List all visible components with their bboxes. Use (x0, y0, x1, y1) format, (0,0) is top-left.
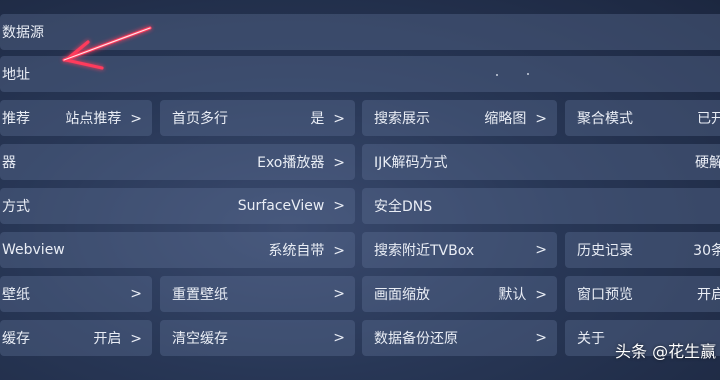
setting-label: 安全DNS (374, 199, 433, 215)
setting-search-nearby-tvbox[interactable]: 搜索附近TVBox (362, 232, 557, 268)
setting-backup-restore[interactable]: 数据备份还原 (362, 320, 557, 356)
setting-ijk-decode[interactable]: IJK解码方式 硬解码 (362, 144, 720, 180)
data-source-label: 数据源 (2, 25, 44, 41)
setting-value: 已开 (697, 111, 720, 127)
address-label: 地址 (2, 67, 30, 83)
setting-label: 清空缓存 (172, 331, 228, 347)
setting-cache[interactable]: 缓存 开启 (0, 320, 152, 356)
setting-label: IJK解码方式 (374, 155, 448, 171)
setting-label: Webview (2, 242, 65, 258)
setting-value (526, 330, 547, 346)
setting-label: 缓存 (2, 331, 30, 347)
setting-value: 开启 (93, 328, 142, 348)
setting-clear-cache[interactable]: 清空缓存 (160, 320, 355, 356)
setting-value: 30条 (693, 243, 720, 259)
setting-screen-scale[interactable]: 画面缩放 默认 (362, 276, 557, 312)
setting-aggregate-mode[interactable]: 聚合模式 已开 (565, 100, 720, 136)
setting-value: 是 (310, 108, 345, 128)
setting-home-recommend[interactable]: 推荐 站点推荐 (0, 100, 152, 136)
setting-window-preview[interactable]: 窗口预览 开启 (565, 276, 720, 312)
setting-value: 默认 (498, 284, 547, 304)
setting-label: 画面缩放 (374, 287, 430, 303)
setting-value: 开启 (697, 287, 720, 303)
setting-render-mode[interactable]: 方式 SurfaceView (0, 188, 355, 224)
setting-label: 数据备份还原 (374, 331, 458, 347)
setting-history[interactable]: 历史记录 30条 (565, 232, 720, 268)
setting-value (324, 330, 345, 346)
setting-value (526, 242, 547, 258)
setting-value: Exo播放器 (257, 152, 345, 172)
setting-label: 方式 (2, 199, 30, 215)
setting-value: SurfaceView (238, 198, 345, 214)
setting-player[interactable]: 器 Exo播放器 (0, 144, 355, 180)
setting-secure-dns[interactable]: 安全DNS 36 (362, 188, 720, 224)
setting-search-display[interactable]: 搜索展示 缩略图 (362, 100, 557, 136)
setting-home-multirow[interactable]: 首页多行 是 (160, 100, 355, 136)
setting-label: 关于 (577, 331, 605, 347)
setting-label: 历史记录 (577, 243, 633, 259)
setting-value: 缩略图 (484, 108, 547, 128)
watermark: 头条 @花生赢 (615, 342, 717, 361)
setting-label: 推荐 (2, 111, 30, 127)
setting-value: 系统自带 (268, 240, 345, 260)
setting-label: 重置壁纸 (172, 287, 228, 303)
dot-indicator (527, 73, 529, 75)
hand-drawn-arrow-icon (62, 26, 152, 70)
setting-label: 首页多行 (172, 111, 228, 127)
setting-label: 壁纸 (2, 287, 30, 303)
setting-label: 搜索附近TVBox (374, 243, 475, 259)
setting-label: 窗口预览 (577, 287, 633, 303)
setting-wallpaper[interactable]: 壁纸 (0, 276, 152, 312)
setting-label: 搜索展示 (374, 111, 430, 127)
setting-label: 器 (2, 155, 16, 171)
setting-value: 站点推荐 (65, 108, 142, 128)
setting-label: 聚合模式 (577, 111, 633, 127)
setting-value: 硬解码 (695, 155, 720, 171)
setting-value (324, 286, 345, 302)
dot-indicator (496, 74, 498, 76)
setting-value (121, 286, 142, 302)
setting-webview[interactable]: Webview 系统自带 (0, 232, 355, 268)
setting-reset-wallpaper[interactable]: 重置壁纸 (160, 276, 355, 312)
